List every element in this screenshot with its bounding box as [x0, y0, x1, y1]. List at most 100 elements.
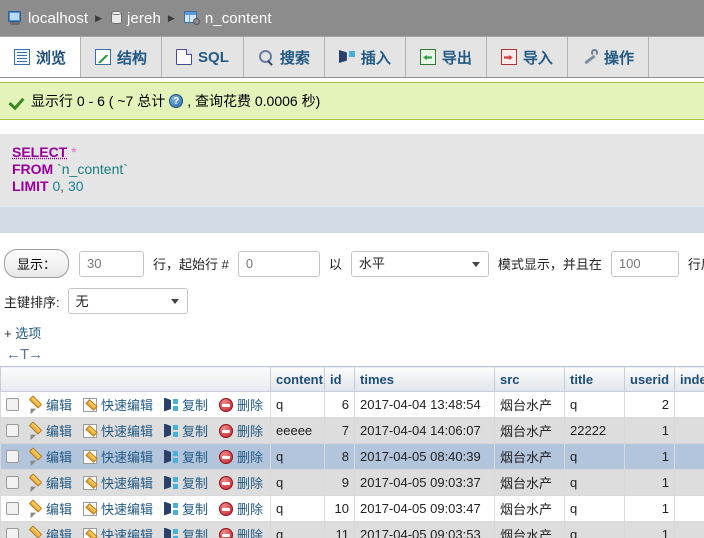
- cell-userid[interactable]: 1: [625, 444, 675, 470]
- header-title[interactable]: title: [565, 367, 625, 392]
- delete-link[interactable]: 删除: [219, 395, 263, 414]
- cell-id[interactable]: 8: [325, 444, 355, 470]
- row-checkbox[interactable]: [6, 476, 19, 489]
- cell-id[interactable]: 7: [325, 418, 355, 444]
- cell-title[interactable]: q: [565, 444, 625, 470]
- copy-link[interactable]: 复制: [164, 421, 208, 440]
- copy-link[interactable]: 复制: [164, 525, 208, 538]
- copy-link[interactable]: 复制: [164, 473, 208, 492]
- quick-edit-link[interactable]: 快速编辑: [83, 473, 153, 492]
- tab-insert[interactable]: 插入: [325, 37, 406, 77]
- tab-browse[interactable]: 浏览: [0, 37, 81, 77]
- cell-times[interactable]: 2017-04-04 14:06:07: [355, 418, 495, 444]
- header-id[interactable]: id: [325, 367, 355, 392]
- sort-select[interactable]: 无: [68, 288, 188, 314]
- edit-link[interactable]: 编辑: [28, 473, 72, 492]
- cell-src[interactable]: 烟台水产: [495, 392, 565, 418]
- header-indexs[interactable]: indexs: [675, 367, 704, 392]
- row-checkbox[interactable]: [6, 502, 19, 515]
- cell-userid[interactable]: 1: [625, 522, 675, 538]
- header-userid[interactable]: userid: [625, 367, 675, 392]
- quick-edit-link[interactable]: 快速编辑: [83, 499, 153, 518]
- sort-arrows-icon[interactable]: ←T→: [6, 346, 42, 363]
- cell-title[interactable]: q: [565, 470, 625, 496]
- cell-content[interactable]: q: [271, 496, 325, 522]
- tab-export[interactable]: 导出: [406, 37, 487, 77]
- cell-src[interactable]: 烟台水产: [495, 418, 565, 444]
- tab-sql[interactable]: SQL: [162, 37, 244, 77]
- cell-src[interactable]: 烟台水产: [495, 470, 565, 496]
- cell-title[interactable]: 22222: [565, 418, 625, 444]
- copy-link[interactable]: 复制: [164, 395, 208, 414]
- delete-link[interactable]: 删除: [219, 447, 263, 466]
- cell-indexs[interactable]: 0: [675, 522, 704, 538]
- cell-userid[interactable]: 1: [625, 470, 675, 496]
- cell-id[interactable]: 10: [325, 496, 355, 522]
- header-src[interactable]: src: [495, 367, 565, 392]
- quick-edit-link[interactable]: 快速编辑: [83, 447, 153, 466]
- cell-indexs[interactable]: 7: [675, 392, 704, 418]
- show-button[interactable]: 显示：: [4, 249, 69, 278]
- header-times[interactable]: times: [355, 367, 495, 392]
- delete-link[interactable]: 删除: [219, 525, 263, 538]
- cell-indexs[interactable]: 4: [675, 418, 704, 444]
- cell-id[interactable]: 9: [325, 470, 355, 496]
- cell-times[interactable]: 2017-04-05 09:03:47: [355, 496, 495, 522]
- row-checkbox[interactable]: [6, 398, 19, 411]
- quick-edit-link[interactable]: 快速编辑: [83, 525, 153, 538]
- table-row[interactable]: 编辑快速编辑复制删除q82017-04-05 08:40:39烟台水产q11: [1, 444, 704, 470]
- options-toggle[interactable]: + 选项: [4, 323, 704, 342]
- table-row[interactable]: 编辑快速编辑复制删除q102017-04-05 09:03:47烟台水产q10: [1, 496, 704, 522]
- cell-indexs[interactable]: 1: [675, 444, 704, 470]
- cell-times[interactable]: 2017-04-05 08:40:39: [355, 444, 495, 470]
- cell-userid[interactable]: 1: [625, 418, 675, 444]
- cell-times[interactable]: 2017-04-05 09:03:53: [355, 522, 495, 538]
- cell-content[interactable]: q: [271, 444, 325, 470]
- cell-src[interactable]: 烟台水产: [495, 496, 565, 522]
- quick-edit-link[interactable]: 快速编辑: [83, 421, 153, 440]
- tab-import[interactable]: 导入: [487, 37, 568, 77]
- table-row[interactable]: 编辑快速编辑复制删除q92017-04-05 09:03:37烟台水产q11: [1, 470, 704, 496]
- cell-indexs[interactable]: 1: [675, 470, 704, 496]
- cell-id[interactable]: 6: [325, 392, 355, 418]
- start-row-input[interactable]: [238, 251, 320, 277]
- edit-link[interactable]: 编辑: [28, 499, 72, 518]
- copy-link[interactable]: 复制: [164, 499, 208, 518]
- breadcrumb-database[interactable]: jereh: [111, 10, 161, 27]
- cell-src[interactable]: 烟台水产: [495, 444, 565, 470]
- delete-link[interactable]: 删除: [219, 499, 263, 518]
- delete-link[interactable]: 删除: [219, 421, 263, 440]
- copy-link[interactable]: 复制: [164, 447, 208, 466]
- delete-link[interactable]: 删除: [219, 473, 263, 492]
- edit-link[interactable]: 编辑: [28, 395, 72, 414]
- edit-link[interactable]: 编辑: [28, 421, 72, 440]
- cell-userid[interactable]: 1: [625, 496, 675, 522]
- row-checkbox[interactable]: [6, 528, 19, 538]
- cell-times[interactable]: 2017-04-04 13:48:54: [355, 392, 495, 418]
- display-mode-select[interactable]: 水平: [351, 251, 489, 277]
- cell-indexs[interactable]: 0: [675, 496, 704, 522]
- cell-title[interactable]: q: [565, 522, 625, 538]
- breadcrumb-server[interactable]: localhost: [8, 10, 88, 27]
- cell-title[interactable]: q: [565, 392, 625, 418]
- cell-userid[interactable]: 2: [625, 392, 675, 418]
- cell-title[interactable]: q: [565, 496, 625, 522]
- cell-content[interactable]: q: [271, 522, 325, 538]
- cell-content[interactable]: q: [271, 392, 325, 418]
- help-icon[interactable]: ?: [169, 94, 183, 108]
- header-content[interactable]: content: [271, 367, 325, 392]
- row-checkbox[interactable]: [6, 450, 19, 463]
- cell-content[interactable]: q: [271, 470, 325, 496]
- breadcrumb-table[interactable]: n_content: [184, 10, 272, 27]
- cell-src[interactable]: 烟台水产: [495, 522, 565, 538]
- edit-link[interactable]: 编辑: [28, 447, 72, 466]
- table-row[interactable]: 编辑快速编辑复制删除q62017-04-04 13:48:54烟台水产q27: [1, 392, 704, 418]
- quick-edit-link[interactable]: 快速编辑: [83, 395, 153, 414]
- table-row[interactable]: 编辑快速编辑复制删除eeeee72017-04-04 14:06:07烟台水产2…: [1, 418, 704, 444]
- rows-per-page-input[interactable]: [79, 251, 144, 277]
- tab-operations[interactable]: 操作: [568, 37, 649, 77]
- sql-query-text[interactable]: SELECT * FROM `n_content` LIMIT 0, 30: [0, 134, 704, 207]
- table-row[interactable]: 编辑快速编辑复制删除q112017-04-05 09:03:53烟台水产q10: [1, 522, 704, 538]
- row-checkbox[interactable]: [6, 424, 19, 437]
- repeat-headers-input[interactable]: [611, 251, 679, 277]
